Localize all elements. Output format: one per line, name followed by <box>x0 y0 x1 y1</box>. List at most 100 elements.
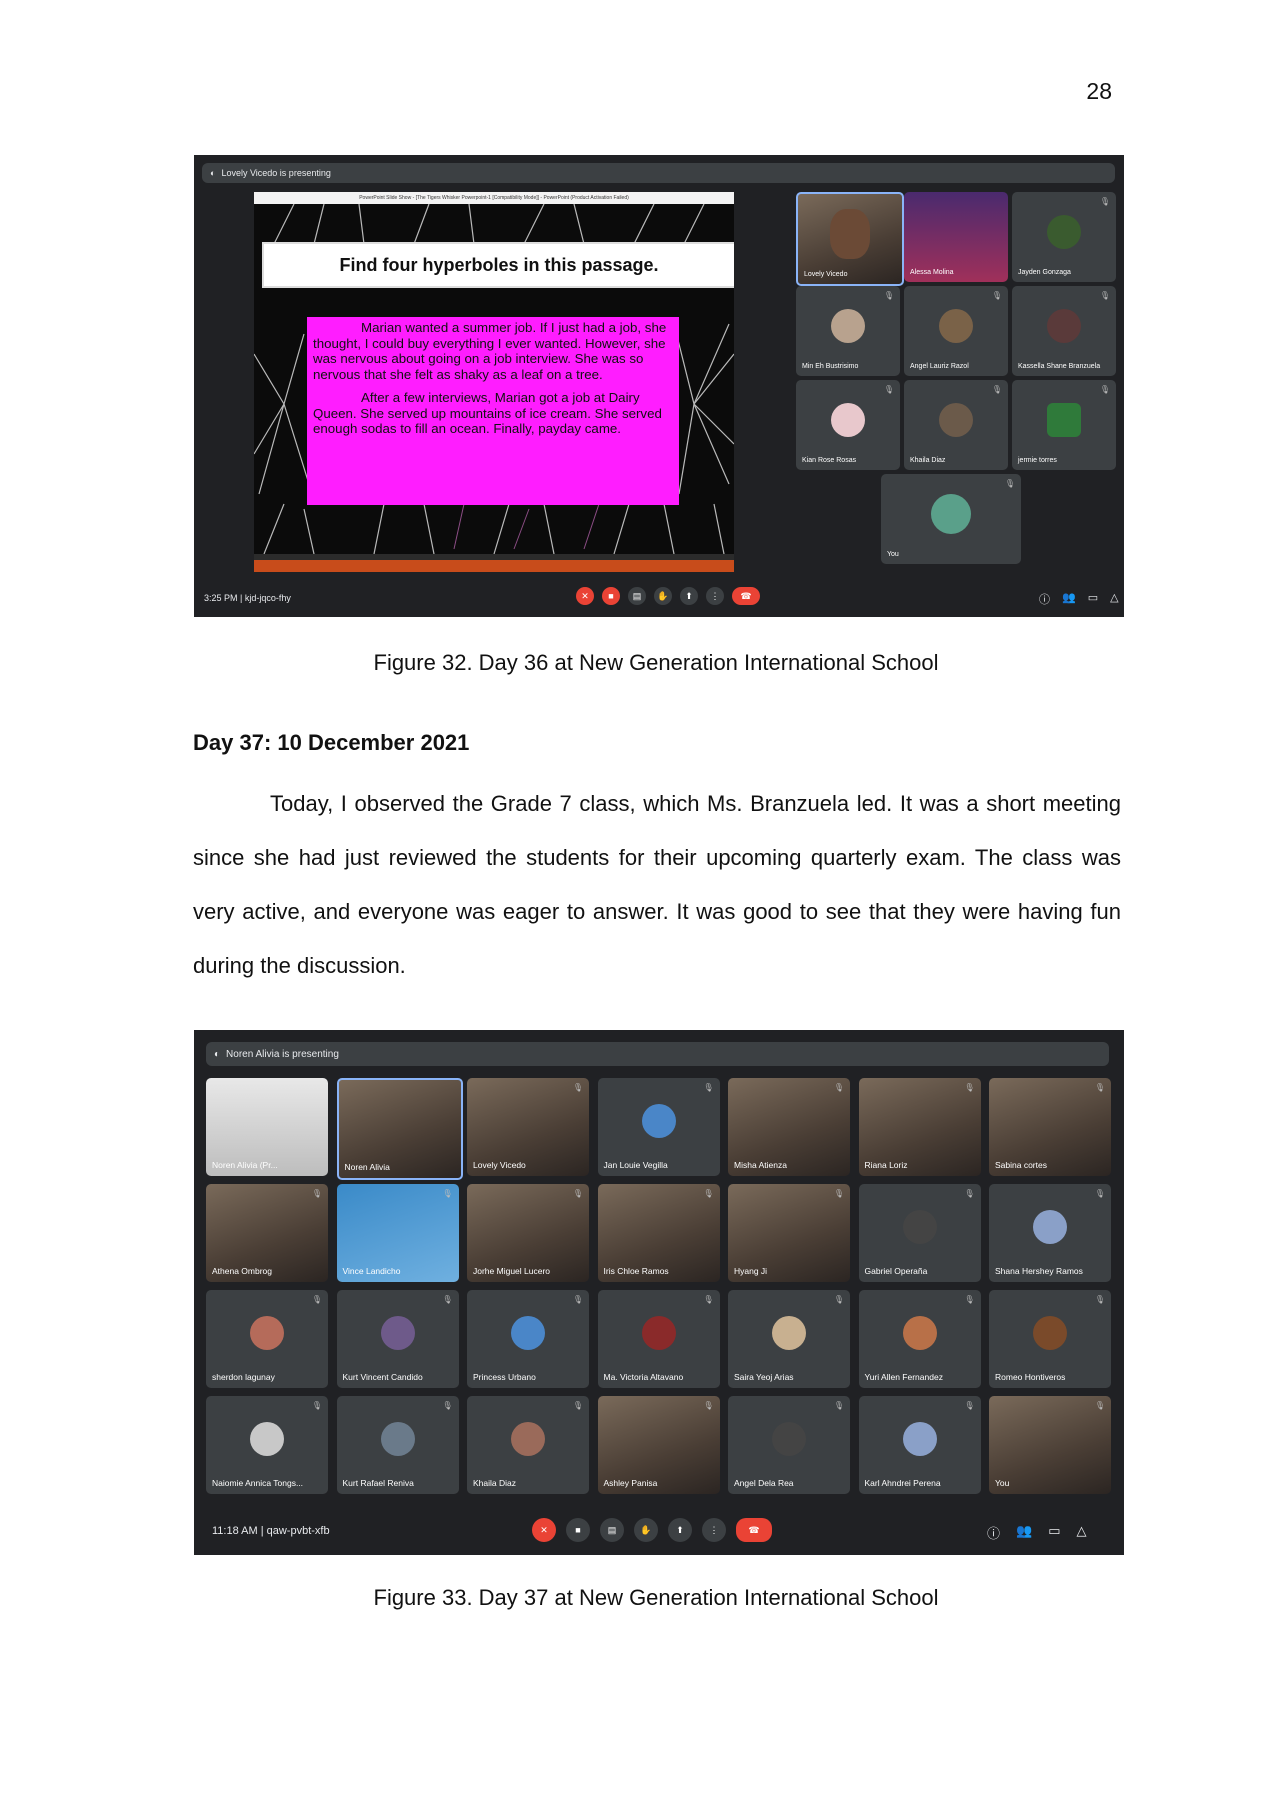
end-call-icon[interactable]: ☎ <box>736 1518 772 1542</box>
participant-tile[interactable]: 🎙 Karl Ahndrei Perena <box>858 1396 981 1494</box>
captions-icon[interactable]: ▤ <box>600 1518 624 1542</box>
participant-name: Hyang Ji <box>734 1266 768 1276</box>
participant-tile[interactable]: 🎙 Kurt Vincent Candido <box>336 1290 459 1388</box>
participant-tile[interactable]: 🎙 Khaila Diaz <box>467 1396 589 1494</box>
mic-off-icon: 🎙 <box>964 1295 975 1304</box>
avatar <box>902 1422 937 1457</box>
participant-tile[interactable]: 🎙 Princess Urbano <box>467 1290 589 1388</box>
activities-icon[interactable]: △ <box>1077 1523 1087 1542</box>
captions-icon[interactable]: ▤ <box>628 587 646 605</box>
avatar <box>1047 214 1081 249</box>
participant-tile[interactable]: 🎙 Vince Landicho <box>336 1184 459 1282</box>
presenting-banner: ◐ Lovely Vicedo is presenting <box>202 163 1115 183</box>
participant-tile[interactable]: 🎙 Kian Rose Rosas <box>796 380 900 470</box>
avatar <box>831 308 865 343</box>
participant-tile[interactable]: 🎙 Shana Hershey Ramos <box>989 1184 1111 1282</box>
avatar <box>250 1422 284 1457</box>
avatar <box>511 1422 545 1457</box>
avatar <box>831 402 865 437</box>
participant-tile[interactable]: 🎙 Athena Ombrog <box>206 1184 328 1282</box>
end-call-icon[interactable]: ☎ <box>732 587 760 605</box>
participant-tile[interactable]: Alessa Molina <box>904 192 1008 282</box>
participant-tile[interactable]: 🎙 Khaila Diaz <box>904 380 1008 470</box>
avatar <box>380 1316 415 1351</box>
participant-tile[interactable]: 🎙 Iris Chloe Ramos <box>597 1184 720 1282</box>
slide-status-bar <box>254 560 734 572</box>
info-icon[interactable]: ⓘ <box>1039 591 1050 607</box>
participant-name: Jorhe Miguel Lucero <box>473 1266 551 1276</box>
mic-off-icon: 🎙 <box>833 1189 844 1198</box>
avatar <box>902 1210 937 1245</box>
participant-tile[interactable]: 🎙 Lovely Vicedo <box>467 1078 589 1176</box>
participant-tile[interactable]: 🎙 Ashley Panisa <box>597 1396 720 1494</box>
participant-tile-self[interactable]: 🎙 You <box>881 474 1021 564</box>
participant-name: sherdon lagunay <box>212 1372 275 1382</box>
participant-name: Riana Loriz <box>864 1160 908 1170</box>
participant-tile[interactable]: 🎙 Kassella Shane Branzuela <box>1012 286 1116 376</box>
participant-tile[interactable]: 🎙 Angel Dela Rea <box>728 1396 850 1494</box>
participant-tile[interactable]: 🎙 Gabriel Operaña <box>858 1184 981 1282</box>
info-icon[interactable]: ⓘ <box>987 1523 1000 1542</box>
participant-name: Lovely Vicedo <box>804 271 848 278</box>
mic-off-icon: 🎙 <box>991 385 1002 394</box>
participant-tile[interactable]: 🎙 sherdon lagunay <box>206 1290 328 1388</box>
mic-off-icon: 🎙 <box>572 1401 583 1410</box>
participant-tile[interactable]: 🎙 You <box>989 1396 1111 1494</box>
participant-name: Khaila Diaz <box>473 1478 516 1488</box>
participant-tile[interactable]: 🎙 Yuri Allen Fernandez <box>858 1290 981 1388</box>
participant-tile[interactable]: 🎙 Ma. Victoria Altavano <box>597 1290 720 1388</box>
participant-name: Karl Ahndrei Perena <box>864 1478 941 1488</box>
chat-icon[interactable]: ▭ <box>1048 1523 1060 1542</box>
participant-tile[interactable]: 🎙 Angel Lauriz Razol <box>904 286 1008 376</box>
participant-name: Yuri Allen Fernandez <box>864 1372 943 1382</box>
participant-name: Kurt Rafael Reniva <box>342 1478 414 1488</box>
meeting-tools: ⓘ 👥 ▭ △ <box>1039 591 1119 607</box>
participant-tile[interactable]: 🎙 jermie torres <box>1012 380 1116 470</box>
people-icon[interactable]: 👥 <box>1062 591 1076 607</box>
people-icon[interactable]: 👥 <box>1016 1523 1032 1542</box>
chat-icon[interactable]: ▭ <box>1088 591 1098 607</box>
mic-off-icon: 🎙 <box>703 1189 714 1198</box>
avatar <box>772 1316 806 1351</box>
mic-off-icon[interactable]: ✕ <box>532 1518 556 1542</box>
more-options-icon[interactable]: ⋮ <box>702 1518 726 1542</box>
participant-tile[interactable]: Lovely Vicedo <box>796 192 904 286</box>
participant-tile[interactable]: Noren Alivia <box>336 1078 463 1180</box>
more-options-icon[interactable]: ⋮ <box>706 587 724 605</box>
participant-tile[interactable]: 🎙 Kurt Rafael Reniva <box>336 1396 459 1494</box>
participant-name: Shana Hershey Ramos <box>995 1266 1083 1276</box>
camera-icon[interactable]: ■ <box>566 1518 590 1542</box>
mic-off-icon: 🎙 <box>1099 291 1110 300</box>
participant-tile[interactable]: Noren Alivia (Pr... <box>206 1078 328 1176</box>
participant-tile[interactable]: 🎙 Hyang Ji <box>728 1184 850 1282</box>
participant-name: Athena Ombrog <box>212 1266 273 1276</box>
participant-name: You <box>995 1478 1010 1488</box>
participant-tile[interactable]: 🎙 Jorhe Miguel Lucero <box>467 1184 589 1282</box>
avatar <box>1033 1210 1067 1245</box>
participant-name: Iris Chloe Ramos <box>603 1266 669 1276</box>
figure-caption: Figure 33. Day 37 at New Generation Inte… <box>373 1585 939 1610</box>
participant-name: Vince Landicho <box>342 1266 401 1276</box>
participant-tile[interactable]: 🎙 Naiomie Annica Tongs... <box>206 1396 328 1494</box>
participant-tile[interactable]: 🎙 Romeo Hontiveros <box>989 1290 1111 1388</box>
mic-off-icon: 🎙 <box>442 1401 453 1410</box>
slide-passage: Marian wanted a summer job. If I just ha… <box>307 317 679 505</box>
participant-tile[interactable]: 🎙 Saira Yeoj Arias <box>728 1290 850 1388</box>
participant-tile[interactable]: 🎙 Jan Louie Vegilla <box>597 1078 720 1176</box>
participant-tile[interactable]: 🎙 Sabina cortes <box>989 1078 1111 1176</box>
present-icon[interactable]: ⬆ <box>680 587 698 605</box>
participant-tile[interactable]: 🎙 Riana Loriz <box>858 1078 981 1176</box>
raise-hand-icon[interactable]: ✋ <box>654 587 672 605</box>
participant-name: Misha Atienza <box>734 1160 787 1170</box>
mic-off-icon[interactable]: ✕ <box>576 587 594 605</box>
present-icon[interactable]: ⬆ <box>668 1518 692 1542</box>
participant-name: You <box>887 551 899 558</box>
participant-tile[interactable]: 🎙 Jayden Gonzaga <box>1012 192 1116 282</box>
camera-icon[interactable]: ■ <box>602 587 620 605</box>
raise-hand-icon[interactable]: ✋ <box>634 1518 658 1542</box>
mic-off-icon: 🎙 <box>1094 1189 1105 1198</box>
participant-tile[interactable]: 🎙 Min Eh Bustrisimo <box>796 286 900 376</box>
participant-name: Khaila Diaz <box>910 457 946 464</box>
participant-tile[interactable]: 🎙 Misha Atienza <box>728 1078 850 1176</box>
activities-icon[interactable]: △ <box>1110 591 1118 607</box>
